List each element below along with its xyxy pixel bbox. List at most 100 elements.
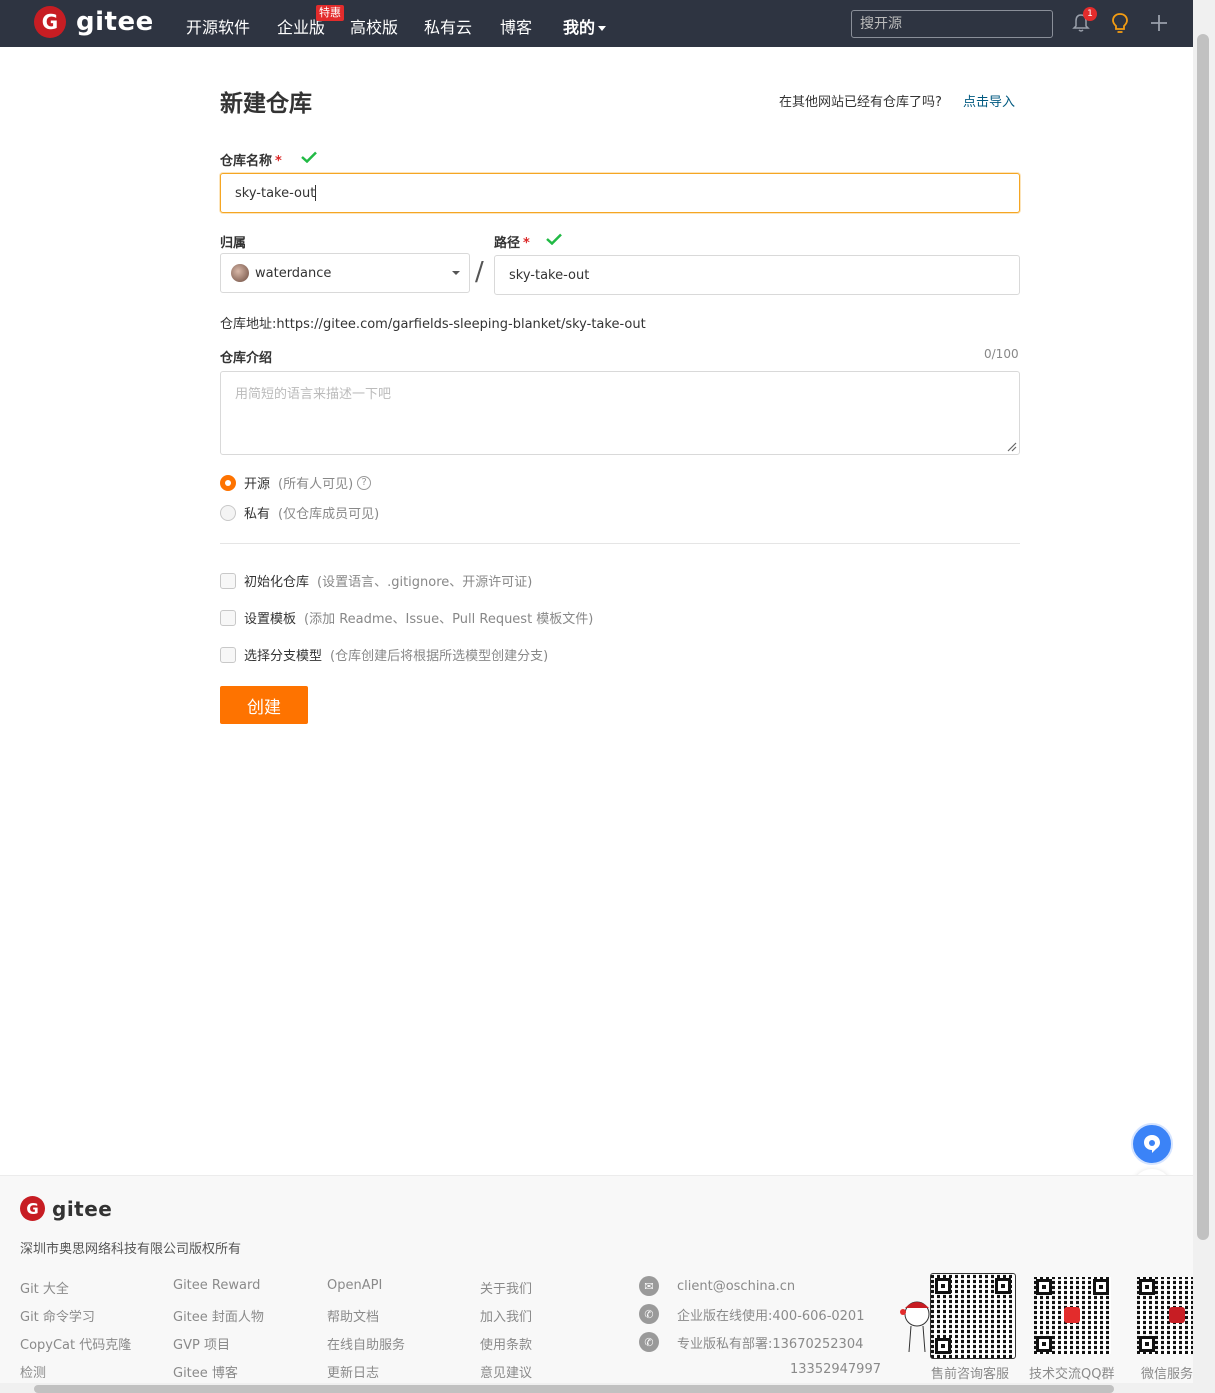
footer-link[interactable]: 加入我们 [480, 1306, 532, 1325]
footer-link[interactable]: 在线自助服务 [327, 1334, 405, 1353]
checkmark-icon [301, 151, 317, 163]
checkbox-template[interactable] [220, 609, 236, 626]
qr-corner [1093, 1279, 1109, 1295]
footer-link[interactable]: Gitee 封面人物 [173, 1306, 264, 1325]
radio-public[interactable] [220, 474, 236, 491]
visibility-public-option[interactable]: 开源 (所有人可见) ? [220, 473, 372, 492]
description-counter: 0/100 [984, 347, 1019, 361]
required-mark: * [523, 236, 530, 251]
checkbox-branch-model[interactable] [220, 646, 236, 663]
footer-logo-text: gitee [52, 1196, 113, 1221]
qr-corner [1036, 1336, 1052, 1352]
repo-name-input[interactable]: sky-take-out [220, 173, 1020, 213]
chat-bubble-icon [1144, 1135, 1160, 1153]
qr-code-qq [1034, 1277, 1111, 1354]
footer-link[interactable]: Git 命令学习 [20, 1306, 95, 1325]
qr-corner [995, 1278, 1011, 1294]
page: G gitee 开源软件 企业版 特惠 高校版 私有云 博客 我的 1 新建仓库… [0, 0, 1215, 1393]
contact-private: 专业版私有部署:13670252304 [677, 1336, 864, 1352]
footer-link[interactable]: Git 大全 [20, 1278, 69, 1297]
lightbulb-icon[interactable] [1109, 12, 1131, 34]
repo-name-label: 仓库名称 * [220, 150, 282, 169]
footer-link[interactable]: CopyCat 代码克隆 [20, 1334, 131, 1353]
contact-email: client@oschina.cn [677, 1278, 796, 1294]
footer-link[interactable]: 关于我们 [480, 1278, 532, 1297]
path-input[interactable]: sky-take-out [494, 255, 1020, 295]
qr-corner [935, 1278, 951, 1294]
footer-link[interactable]: 使用条款 [480, 1334, 532, 1353]
path-label-text: 路径 [494, 236, 521, 251]
checkmark-icon [546, 233, 562, 245]
visibility-private-hint: (仅仓库成员可见) [278, 507, 380, 522]
resize-handle-icon[interactable] [1005, 440, 1017, 452]
owner-label: 归属 [220, 236, 247, 251]
footer-logo[interactable]: G gitee [20, 1196, 112, 1221]
description-label: 仓库介绍 [220, 351, 273, 366]
owner-select[interactable]: waterdance [220, 253, 470, 293]
footer-link[interactable]: Gitee Reward [173, 1278, 260, 1293]
import-link[interactable]: 点击导入 [963, 91, 1015, 110]
phone-icon: ✆ [639, 1332, 659, 1352]
footer-link[interactable]: 意见建议 [480, 1362, 532, 1381]
footer-copyright: 深圳市奥思网络科技有限公司版权所有 [20, 1242, 242, 1257]
visibility-private-option[interactable]: 私有 (仅仓库成员可见) [220, 503, 379, 522]
footer-link[interactable]: 检测 [20, 1362, 46, 1381]
footer-contact-enterprise: ✆ 企业版在线使用:400-606-0201 [639, 1304, 864, 1324]
option-branch-model[interactable]: 选择分支模型 (仓库创建后将根据所选模型创建分支) [220, 645, 548, 664]
plus-icon[interactable] [1148, 12, 1170, 34]
footer-contact-email[interactable]: ✉ client@oschina.cn [639, 1276, 795, 1296]
qr-label-wechat: 微信服务 [1141, 1367, 1193, 1382]
path-label: 路径 * [494, 232, 530, 251]
qr-corner [1036, 1279, 1052, 1295]
nav-promo-badge: 特惠 [316, 5, 344, 21]
visibility-private-label: 私有 [244, 507, 271, 522]
nav-mine-label: 我的 [563, 18, 596, 37]
path-separator: / [475, 257, 484, 287]
vertical-scrollbar-thumb[interactable] [1197, 34, 1209, 1240]
chevron-down-icon [598, 26, 607, 31]
nav-blog[interactable]: 博客 [500, 14, 532, 38]
search-input[interactable] [851, 10, 1053, 38]
gitee-logo[interactable]: G gitee [34, 6, 154, 38]
contact-enterprise: 企业版在线使用:400-606-0201 [677, 1308, 865, 1324]
footer-link[interactable]: GVP 项目 [173, 1334, 230, 1353]
create-button[interactable]: 创建 [220, 686, 308, 724]
repo-name-label-text: 仓库名称 [220, 154, 273, 169]
radio-private[interactable] [220, 504, 236, 521]
option-template-hint: (添加 Readme、Issue、Pull Request 模板文件) [304, 612, 594, 627]
nav-mine-dropdown[interactable]: 我的 [563, 14, 607, 38]
qr-corner [1139, 1336, 1155, 1352]
gitee-logo-text: gitee [76, 7, 154, 37]
import-prompt: 在其他网站已经有仓库了吗? [779, 95, 942, 110]
footer-link[interactable]: Gitee 博客 [173, 1362, 238, 1381]
horizontal-scrollbar-thumb[interactable] [34, 1385, 1114, 1393]
gitee-logo-icon: G [20, 1196, 45, 1221]
footer-link[interactable]: OpenAPI [327, 1278, 382, 1293]
option-init-repo-label: 初始化仓库 [244, 575, 310, 590]
repo-address: 仓库地址:https://gitee.com/garfields-sleepin… [220, 317, 646, 332]
nav-education[interactable]: 高校版 [350, 14, 398, 38]
description-textarea[interactable]: 用简短的语言来描述一下吧 [220, 371, 1020, 455]
option-init-repo[interactable]: 初始化仓库 (设置语言、.gitignore、开源许可证) [220, 571, 532, 590]
option-template[interactable]: 设置模板 (添加 Readme、Issue、Pull Request 模板文件) [220, 608, 593, 627]
nav-open-source[interactable]: 开源软件 [186, 14, 250, 38]
page-title: 新建仓库 [220, 91, 312, 117]
repo-name-value: sky-take-out [235, 185, 316, 201]
help-circle-icon[interactable]: ? [357, 475, 372, 490]
footer-link[interactable]: 更新日志 [327, 1362, 379, 1381]
visibility-public-label: 开源 [244, 477, 271, 492]
avatar [231, 264, 249, 282]
mascot-image [897, 1292, 933, 1358]
mail-icon: ✉ [639, 1276, 659, 1296]
option-template-label: 设置模板 [244, 612, 297, 627]
nav-private-cloud[interactable]: 私有云 [424, 14, 472, 38]
qr-code-wechat [1137, 1277, 1193, 1354]
footer-link[interactable]: 帮助文档 [327, 1306, 379, 1325]
chevron-down-icon [452, 271, 460, 275]
help-chat-button[interactable] [1131, 1123, 1173, 1165]
qr-label-sales: 售前咨询客服 [931, 1367, 1010, 1382]
gitee-logo-icon: G [34, 6, 66, 38]
contact-phone-extra: 13352947997 [790, 1362, 881, 1377]
qr-corner [935, 1338, 951, 1354]
checkbox-init-repo[interactable] [220, 572, 236, 589]
